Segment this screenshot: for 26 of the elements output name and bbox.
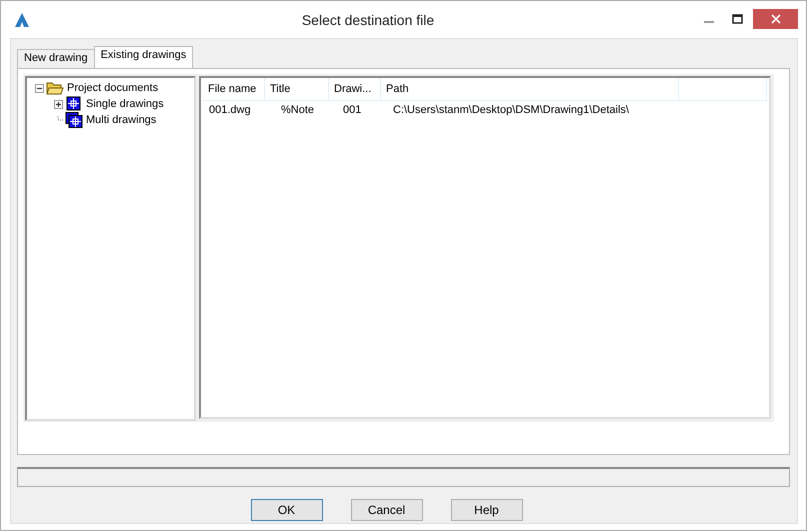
table-cell-text: 001.dwg [208,103,252,118]
tree-item[interactable]: Project documents [67,82,158,94]
folder-icon [46,80,64,96]
app-icon [13,10,31,28]
column-header[interactable]: Path [381,78,679,100]
close-icon [770,14,780,24]
expand-icon[interactable] [54,100,63,108]
table-cell-text: %Note [280,103,316,118]
column-header[interactable]: File name [203,78,265,100]
tree-item[interactable]: Multi drawings [86,114,156,126]
dialog-button[interactable]: OK [250,499,322,521]
collapse-icon[interactable] [35,84,44,92]
tab[interactable]: New drawing [17,49,95,68]
table-cell-text: C:\Users\stanm\Desktop\DSM\Drawing1\Details\ [392,103,630,118]
table-cell-text: 001 [342,103,362,118]
maximize-icon[interactable] [732,14,742,24]
dialog-button[interactable]: Help [450,499,522,521]
column-header[interactable]: Title [265,78,329,100]
tree-item[interactable]: Single drawings [86,98,164,110]
drawing-icon [65,96,83,112]
column-header[interactable]: Drawi... [329,78,381,100]
dialog-button[interactable]: Cancel [350,499,422,521]
drawings-icon [65,112,83,128]
window-title: Select destination file [300,12,436,28]
close-button[interactable] [753,9,798,29]
tab[interactable]: Existing drawings [94,46,194,68]
